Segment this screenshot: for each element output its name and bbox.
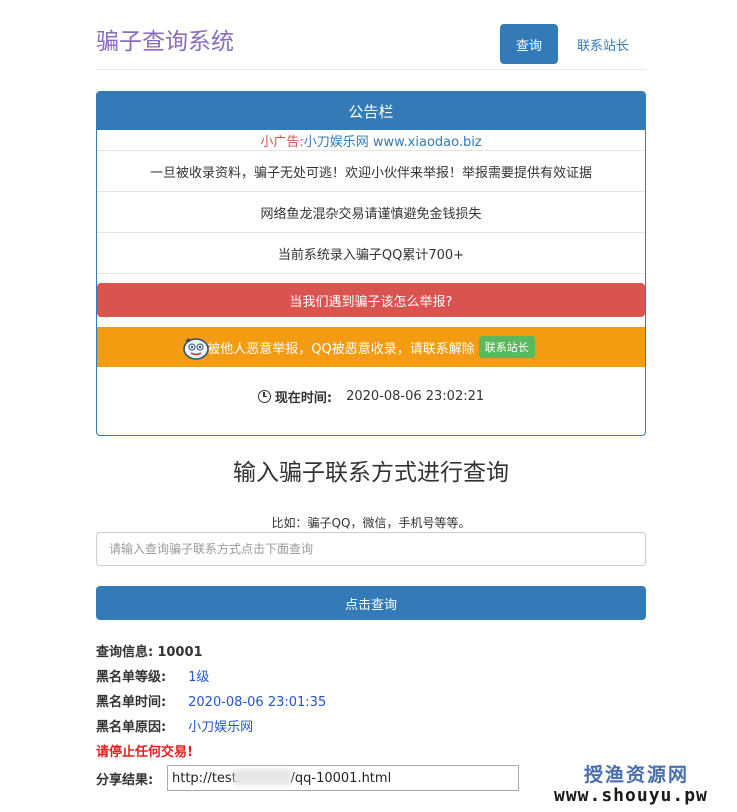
report-guide-button[interactable]: 当我们遇到骗子该怎么举报? xyxy=(97,283,645,317)
result-reason: 黑名单原因: 小刀娱乐网 xyxy=(96,716,253,735)
result-level-label: 黑名单等级: xyxy=(96,670,167,685)
search-title: 输入骗子联系方式进行查询 xyxy=(233,460,509,486)
result-reason-value: 小刀娱乐网 xyxy=(188,720,254,735)
contact-admin-badge[interactable]: 联系站长 xyxy=(478,336,535,358)
ad-label: 小广告: xyxy=(260,134,304,150)
result-info: 查询信息: 10001 xyxy=(96,641,203,660)
redacted-blur xyxy=(234,769,291,785)
result-warning: 请停止任何交易! xyxy=(96,745,193,760)
current-time-row: 现在时间: 2020-08-06 23:02:21 xyxy=(97,367,645,425)
result-info-label: 查询信息: xyxy=(96,645,154,660)
notice-heading: 公告栏 xyxy=(97,92,645,130)
mascot-icon xyxy=(183,338,209,360)
ad-link[interactable]: 小刀娱乐网 www.xiaodao.biz xyxy=(304,131,482,150)
time-value: 2020-08-06 23:02:21 xyxy=(346,388,485,404)
result-share-label: 分享结果: xyxy=(96,773,154,788)
result-level: 黑名单等级: 1级 xyxy=(96,666,209,685)
result-reason-label: 黑名单原因: xyxy=(96,720,167,735)
result-time: 黑名单时间: 2020-08-06 23:01:35 xyxy=(96,691,326,710)
search-example: 比如：骗子QQ，微信，手机号等等。 xyxy=(271,516,471,530)
result-share: 分享结果: xyxy=(96,769,153,788)
search-button[interactable]: 点击查询 xyxy=(96,586,646,620)
nav-contact-link[interactable]: 联系站长 xyxy=(566,24,640,64)
site-title[interactable]: 骗子查询系统 xyxy=(96,22,234,56)
malicious-report-text: 被他人恶意举报，QQ被恶意收录，请联系解除 xyxy=(207,341,475,357)
notice-panel: 公告栏 小广告: 小刀娱乐网 www.xiaodao.biz 一旦被收录资料，骗… xyxy=(96,91,646,436)
notice-line-2: 网络鱼龙混杂交易请谨慎避免金钱损失 xyxy=(97,192,645,233)
share-url-field[interactable] xyxy=(167,765,519,791)
ad-line[interactable]: 小广告: 小刀娱乐网 www.xiaodao.biz xyxy=(97,130,645,151)
malicious-report-bar: 被他人恶意举报，QQ被恶意收录，请联系解除 联系站长 xyxy=(97,327,645,367)
notice-line-3: 当前系统录入骗子QQ累计700+ xyxy=(97,233,645,274)
result-level-value: 1级 xyxy=(188,670,210,685)
search-input[interactable] xyxy=(96,532,646,566)
clock-icon xyxy=(257,389,271,403)
nav-query-button[interactable]: 查询 xyxy=(500,24,558,64)
notice-line-1: 一旦被收录资料，骗子无处可逃！欢迎小伙伴来举报！举报需要提供有效证据 xyxy=(97,151,645,192)
page-header: 骗子查询系统 查询 联系站长 xyxy=(96,0,646,70)
result-info-value: 10001 xyxy=(157,645,203,660)
time-label: 现在时间: xyxy=(274,390,333,406)
watermark-name: 授渔资源网 xyxy=(584,764,690,786)
result-time-label: 黑名单时间: xyxy=(96,695,167,710)
result-time-value: 2020-08-06 23:01:35 xyxy=(188,695,327,710)
watermark-url: www.shouyu.pw xyxy=(554,785,708,806)
